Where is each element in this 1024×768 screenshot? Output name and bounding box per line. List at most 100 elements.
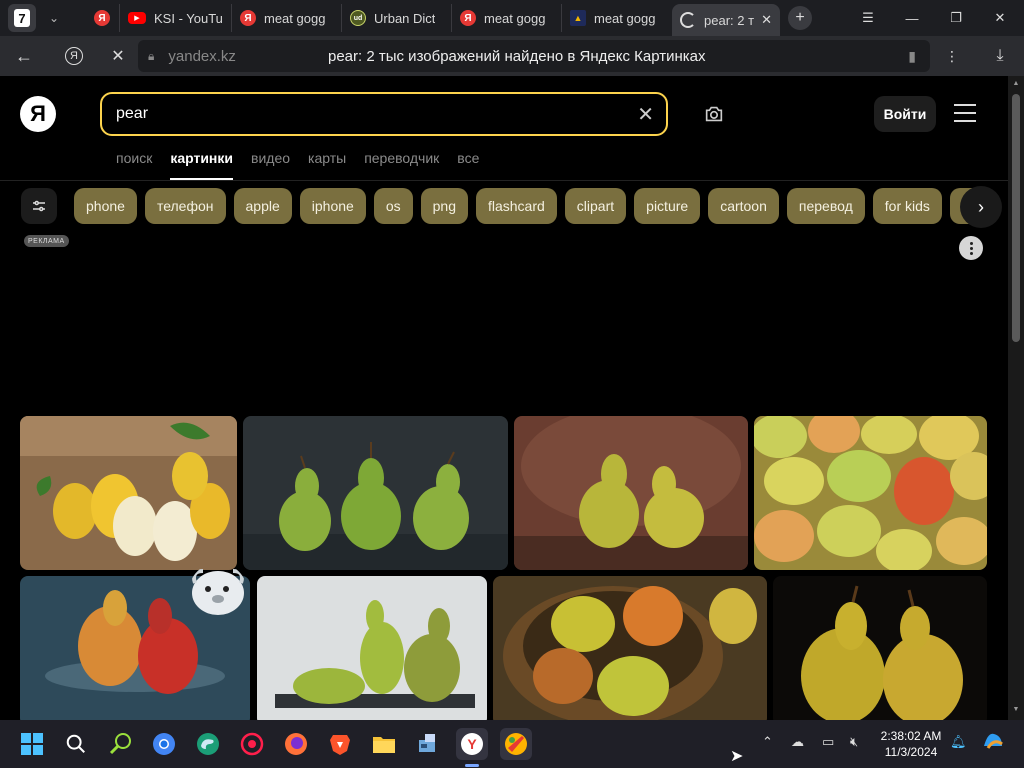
related-chips: phone телефон apple iphone os png flashc… xyxy=(74,188,985,224)
clock-time: 2:38:02 AM xyxy=(880,729,942,743)
chip[interactable]: png xyxy=(420,188,468,224)
youtube-icon: ▶ xyxy=(128,12,146,24)
image-icon: ▲ xyxy=(570,10,586,26)
stop-loading-icon[interactable]: ✕ xyxy=(100,38,136,74)
login-button[interactable]: Войти xyxy=(874,96,936,132)
mouse-cursor-icon: ➤ xyxy=(730,748,744,765)
tab-images[interactable]: картинки xyxy=(170,150,234,180)
tab-youtube[interactable]: ▶ KSI - YouTu xyxy=(120,4,232,32)
tab-meat-goggles-2[interactable]: Я meat gogg xyxy=(452,4,562,32)
image-result[interactable] xyxy=(773,576,987,720)
chevron-down-icon[interactable]: ⌄ xyxy=(40,4,68,32)
chip[interactable]: flashcard xyxy=(475,188,557,224)
chip[interactable]: apple xyxy=(233,188,292,224)
tennis-app-icon[interactable] xyxy=(104,728,136,760)
minimize-icon[interactable]: — xyxy=(890,0,934,36)
close-window-icon[interactable]: ✕ xyxy=(978,0,1022,36)
paint-app-icon[interactable] xyxy=(500,728,532,760)
loading-spinner-icon xyxy=(680,12,696,28)
filter-settings-icon[interactable] xyxy=(21,188,57,224)
tab-meat-goggles-1[interactable]: Я meat gogg xyxy=(232,4,342,32)
back-arrow-icon[interactable]: ← xyxy=(6,38,42,74)
tab-active-pear[interactable]: pear: 2 т ✕ xyxy=(672,4,780,36)
chip[interactable]: cartoon xyxy=(708,188,779,224)
clear-search-icon[interactable]: ✕ xyxy=(637,102,654,127)
tab-urban-dictionary[interactable]: ud Urban Dict xyxy=(342,4,452,32)
chip[interactable]: телефон xyxy=(144,188,226,224)
chip[interactable]: os xyxy=(373,188,413,224)
new-tab-plus-icon[interactable]: + xyxy=(788,6,812,30)
tab-translator[interactable]: переводчик xyxy=(364,150,439,180)
urban-dictionary-icon: ud xyxy=(350,10,366,26)
tab-count-button[interactable]: 7 xyxy=(8,4,36,32)
svg-text:Y: Y xyxy=(467,736,477,752)
chip[interactable]: iphone xyxy=(299,188,366,224)
chrome-icon[interactable] xyxy=(148,728,180,760)
search-box[interactable]: ✕ xyxy=(100,92,668,136)
control-panel-icon[interactable] xyxy=(412,728,444,760)
file-explorer-icon[interactable] xyxy=(368,728,400,760)
chip[interactable]: перевод xyxy=(786,188,865,224)
notification-bell-icon[interactable]: 🔔︎ xyxy=(950,734,967,750)
opera-gx-icon[interactable] xyxy=(236,728,268,760)
yandex-logo[interactable]: Я xyxy=(20,96,56,132)
chip[interactable]: phone xyxy=(74,188,137,224)
close-tab-icon[interactable]: ✕ xyxy=(761,12,772,28)
image-result[interactable] xyxy=(243,416,508,570)
browser-tab-strip: 7 ⌄ Я ▶ KSI - YouTu Я meat gogg ud Urban… xyxy=(0,0,1024,36)
volume-muted-icon[interactable]: 🔇︎ xyxy=(850,734,858,750)
edge-icon[interactable] xyxy=(192,728,224,760)
firefox-icon[interactable] xyxy=(280,728,312,760)
chip[interactable]: clipart xyxy=(564,188,627,224)
bookmark-icon[interactable]: ▮ xyxy=(908,48,916,65)
page-scrollbar[interactable]: ▲ ▼ xyxy=(1008,76,1024,720)
url-field[interactable]: 🔒︎ yandex.kz pear: 2 тыс изображений най… xyxy=(138,40,930,72)
tab-yandex[interactable]: Я xyxy=(86,4,120,32)
yandex-icon: Я xyxy=(240,10,256,26)
ad-options-icon[interactable] xyxy=(959,236,983,260)
hamburger-menu-icon[interactable] xyxy=(954,104,976,122)
image-result[interactable] xyxy=(514,416,748,570)
image-result[interactable] xyxy=(257,576,487,720)
search-icon[interactable] xyxy=(60,728,92,760)
image-result[interactable] xyxy=(754,416,987,570)
restore-icon[interactable]: ❐ xyxy=(934,0,978,36)
brave-icon[interactable] xyxy=(324,728,356,760)
image-result[interactable] xyxy=(493,576,767,720)
scroll-down-icon[interactable]: ▼ xyxy=(1012,706,1020,713)
more-vertical-icon[interactable]: ⋮ xyxy=(934,38,970,74)
taskbar-clock[interactable]: 2:38:02 AM 11/3/2024 xyxy=(876,728,946,760)
display-icon[interactable]: ▭ xyxy=(822,734,834,750)
yandex-icon: Я xyxy=(460,10,476,26)
yandex-browser-icon[interactable]: Y xyxy=(456,728,488,760)
service-tabs: поиск картинки видео карты переводчик вс… xyxy=(116,150,497,180)
tab-all[interactable]: все xyxy=(457,150,479,180)
search-input[interactable] xyxy=(116,105,596,123)
scroll-up-icon[interactable]: ▲ xyxy=(1012,80,1020,87)
tab-search[interactable]: поиск xyxy=(116,150,152,180)
browser-menu-icon[interactable]: ☰ xyxy=(846,0,890,36)
download-icon[interactable]: ⤓ xyxy=(982,38,1018,74)
address-bar: ← Я ✕ 🔒︎ yandex.kz pear: 2 тыс изображен… xyxy=(0,36,1024,76)
chip[interactable]: for kids xyxy=(872,188,942,224)
ad-label: РЕКЛАМА xyxy=(24,235,69,247)
tab-maps[interactable]: карты xyxy=(308,150,346,180)
tab-label: meat gogg xyxy=(484,10,546,26)
active-app-indicator xyxy=(465,764,479,767)
page-title: pear: 2 тыс изображений найдено в Яндекс… xyxy=(328,47,706,65)
yandex-home-icon[interactable]: Я xyxy=(56,38,92,74)
windows-start-icon[interactable] xyxy=(16,728,48,760)
image-result[interactable] xyxy=(20,416,237,570)
tab-count: 7 xyxy=(14,9,30,27)
tab-meat-goggles-3[interactable]: ▲ meat gogg xyxy=(562,4,672,32)
onedrive-icon[interactable]: ☁ xyxy=(791,734,804,750)
chevron-right-icon[interactable]: › xyxy=(960,186,1002,228)
yandex-images-page: Я ✕ Войти поиск картинки видео карты пер… xyxy=(0,76,1008,720)
tab-video[interactable]: видео xyxy=(251,150,290,180)
camera-search-icon[interactable] xyxy=(700,100,728,128)
scrollbar-thumb[interactable] xyxy=(1012,94,1020,342)
copilot-icon[interactable] xyxy=(982,732,1004,755)
tab-label: KSI - YouTu xyxy=(154,10,223,26)
tray-chevron-up-icon[interactable]: ⌃ xyxy=(762,734,773,750)
chip[interactable]: picture xyxy=(634,188,701,224)
